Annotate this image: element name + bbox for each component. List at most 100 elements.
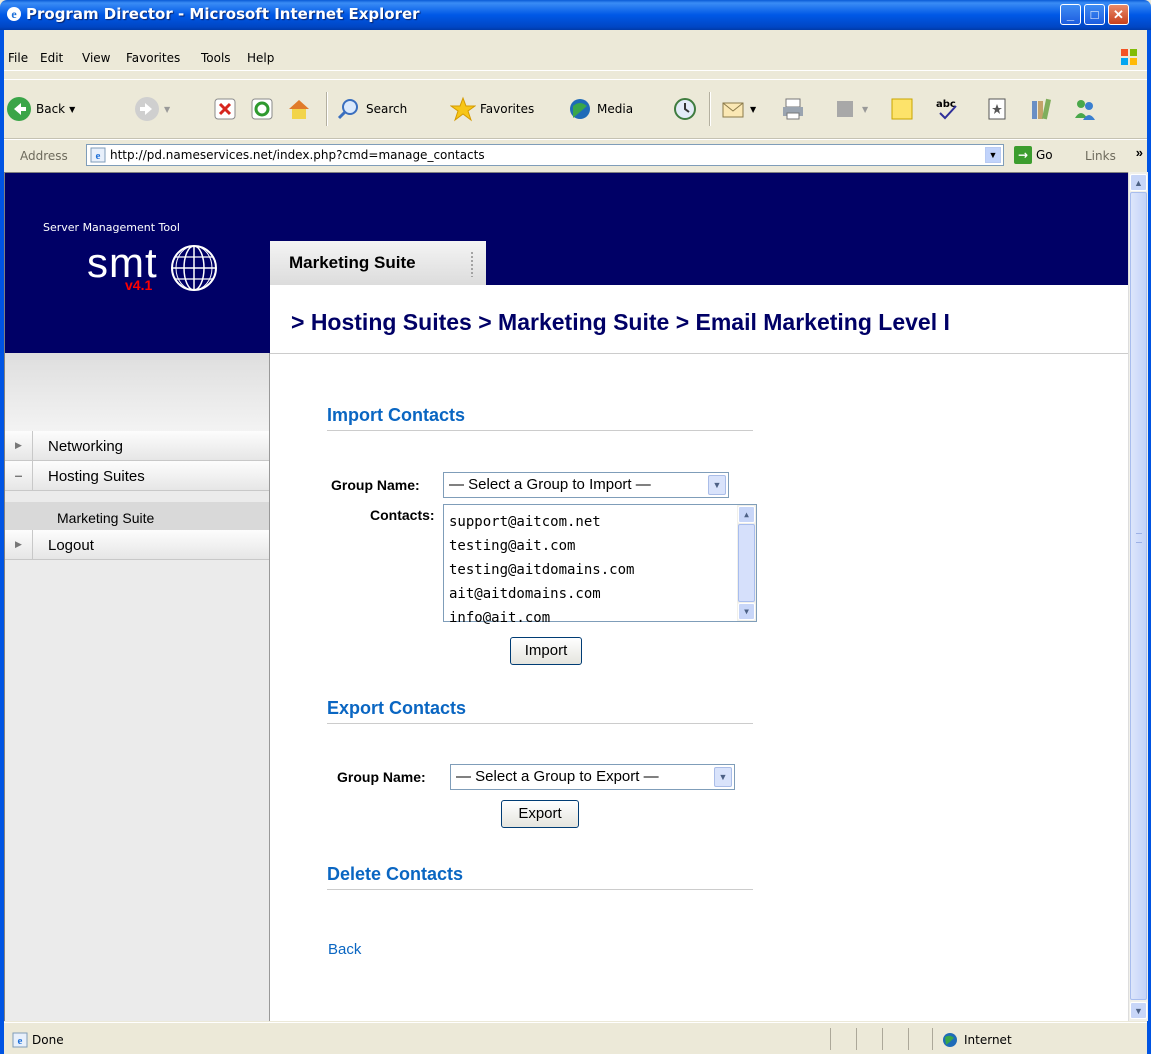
sidebar-item-hosting-suites[interactable]: – Hosting Suites — [5, 461, 269, 491]
import-group-select[interactable]: — Select a Group to Import — ▼ — [443, 472, 729, 498]
svg-text:e: e — [96, 150, 101, 162]
forward-arrow-icon — [135, 97, 159, 121]
scroll-down-icon[interactable]: ▼ — [738, 603, 755, 620]
search-icon — [337, 99, 358, 120]
chevron-down-icon[interactable]: ▼ — [714, 767, 732, 787]
forward-button[interactable]: ▼ — [134, 94, 170, 124]
breadcrumb-row: > Hosting Suites > Marketing Suite > Ema… — [270, 285, 1128, 354]
links-label[interactable]: Links — [1085, 149, 1116, 163]
logo: Server Management Tool smt v4.1 — [5, 173, 270, 353]
back-link[interactable]: Back — [328, 941, 361, 958]
sidebar-item-networking[interactable]: ▶ Networking — [5, 431, 269, 461]
export-group-select[interactable]: — Select a Group to Export — ▼ — [450, 764, 735, 790]
scroll-down-icon[interactable]: ▼ — [1130, 1002, 1147, 1019]
back-button[interactable]: Back ▼ — [6, 94, 75, 124]
go-button[interactable]: → Go — [1014, 146, 1053, 164]
scroll-thumb[interactable] — [1130, 192, 1147, 1000]
books-icon — [1032, 98, 1052, 120]
close-button[interactable]: ✕ — [1108, 4, 1129, 25]
minimize-button[interactable]: _ — [1060, 4, 1081, 25]
logo-subtitle: Server Management Tool — [43, 221, 180, 234]
toolbar-separator — [709, 92, 711, 126]
search-label: Search — [366, 102, 408, 116]
import-button[interactable]: Import — [510, 637, 582, 665]
logo-version: v4.1 — [125, 277, 153, 293]
menu-bar: File Edit View Favorites Tools Help — [4, 44, 1147, 71]
status-panel — [908, 1028, 909, 1050]
address-bar: Address e http://pd.nameservices.net/ind… — [4, 139, 1147, 170]
menu-edit[interactable]: Edit — [40, 51, 63, 65]
ie-page-icon: e — [12, 1032, 28, 1048]
sidebar-item-marketing-suite[interactable]: Marketing Suite — [5, 502, 269, 532]
status-panel — [830, 1028, 831, 1050]
contacts-textarea[interactable]: support@aitcom.net testing@ait.com testi… — [443, 504, 757, 626]
address-input[interactable]: e http://pd.nameservices.net/index.php?c… — [86, 144, 1004, 166]
menu-tools[interactable]: Tools — [201, 51, 231, 65]
contact-line: testing@aitdomains.com — [449, 562, 635, 578]
globe-icon — [171, 245, 217, 291]
chevron-down-icon: ▼ — [750, 104, 757, 114]
scroll-up-icon[interactable]: ▲ — [1130, 174, 1147, 191]
title-bar[interactable]: e Program Director - Microsoft Internet … — [0, 0, 1151, 30]
import-group-value: — Select a Group to Import — — [449, 476, 651, 493]
mail-icon — [722, 102, 744, 118]
maximize-button[interactable]: □ — [1084, 4, 1105, 25]
menu-help[interactable]: Help — [247, 51, 274, 65]
favorites-button[interactable]: Favorites — [450, 94, 534, 124]
menu-file[interactable]: File — [8, 51, 28, 65]
toolbar-separator — [326, 92, 328, 126]
chevron-down-icon[interactable]: ▼ — [985, 147, 1001, 163]
refresh-button[interactable] — [249, 94, 275, 124]
export-group-label: Group Name: — [337, 769, 426, 785]
edit-button[interactable]: ▼ — [832, 94, 868, 124]
sidebar-spacer — [5, 353, 269, 431]
research-button[interactable] — [984, 94, 1010, 124]
textarea-scrollbar[interactable]: ▲ ▼ — [737, 505, 756, 621]
import-heading: Import Contacts — [327, 405, 753, 431]
home-button[interactable] — [286, 94, 312, 124]
go-arrow-icon: → — [1014, 146, 1032, 164]
status-panel — [932, 1028, 933, 1050]
contact-line: ait@aitdomains.com — [449, 586, 601, 602]
go-label: Go — [1036, 148, 1053, 162]
export-button[interactable]: Export — [501, 800, 579, 828]
back-arrow-icon — [7, 97, 31, 121]
address-label: Address — [20, 149, 68, 163]
discuss-button[interactable] — [889, 94, 915, 124]
export-heading: Export Contacts — [327, 698, 753, 724]
ie-icon: e — [7, 7, 21, 21]
status-panel — [882, 1028, 883, 1050]
scroll-thumb[interactable] — [738, 524, 755, 602]
ie-page-icon: e — [90, 147, 106, 163]
contacts-button[interactable] — [1072, 94, 1098, 124]
stop-button[interactable] — [212, 94, 238, 124]
menu-favorites[interactable]: Favorites — [126, 51, 180, 65]
sidebar-item-logout[interactable]: ▶ Logout — [5, 530, 269, 560]
tab-label: Marketing Suite — [289, 253, 416, 272]
history-icon — [674, 98, 696, 120]
chevron-down-icon: ▼ — [69, 104, 76, 114]
stop-icon — [214, 98, 236, 120]
spell-check-button[interactable]: abc — [934, 94, 960, 124]
star-icon — [450, 96, 476, 122]
search-button[interactable]: Search — [336, 94, 407, 124]
tab-marketing-suite[interactable]: Marketing Suite — [270, 241, 486, 285]
menu-view[interactable]: View — [82, 51, 110, 65]
page-scrollbar[interactable]: ▲ ▼ — [1128, 172, 1148, 1021]
history-button[interactable] — [672, 94, 698, 124]
mail-button[interactable]: ▼ — [720, 94, 756, 124]
contact-line: info@ait.com — [449, 610, 551, 626]
status-text: Done — [32, 1033, 64, 1047]
print-button[interactable] — [780, 94, 806, 124]
scroll-up-icon[interactable]: ▲ — [738, 506, 755, 523]
media-button[interactable]: Media — [567, 94, 633, 124]
sidebar-item-label: Marketing Suite — [57, 510, 155, 526]
page-viewport: Server Management Tool smt v4.1 Marketin… — [4, 172, 1128, 1021]
chevron-down-icon[interactable]: ▼ — [708, 475, 726, 495]
chevron-right-icon[interactable]: » — [1136, 145, 1143, 160]
favorites-label: Favorites — [480, 102, 535, 116]
messenger-button[interactable] — [1029, 94, 1055, 124]
chevron-right-icon: ▶ — [5, 431, 33, 460]
scroll-grip — [1136, 533, 1142, 543]
chevron-right-icon: ▶ — [5, 530, 33, 559]
